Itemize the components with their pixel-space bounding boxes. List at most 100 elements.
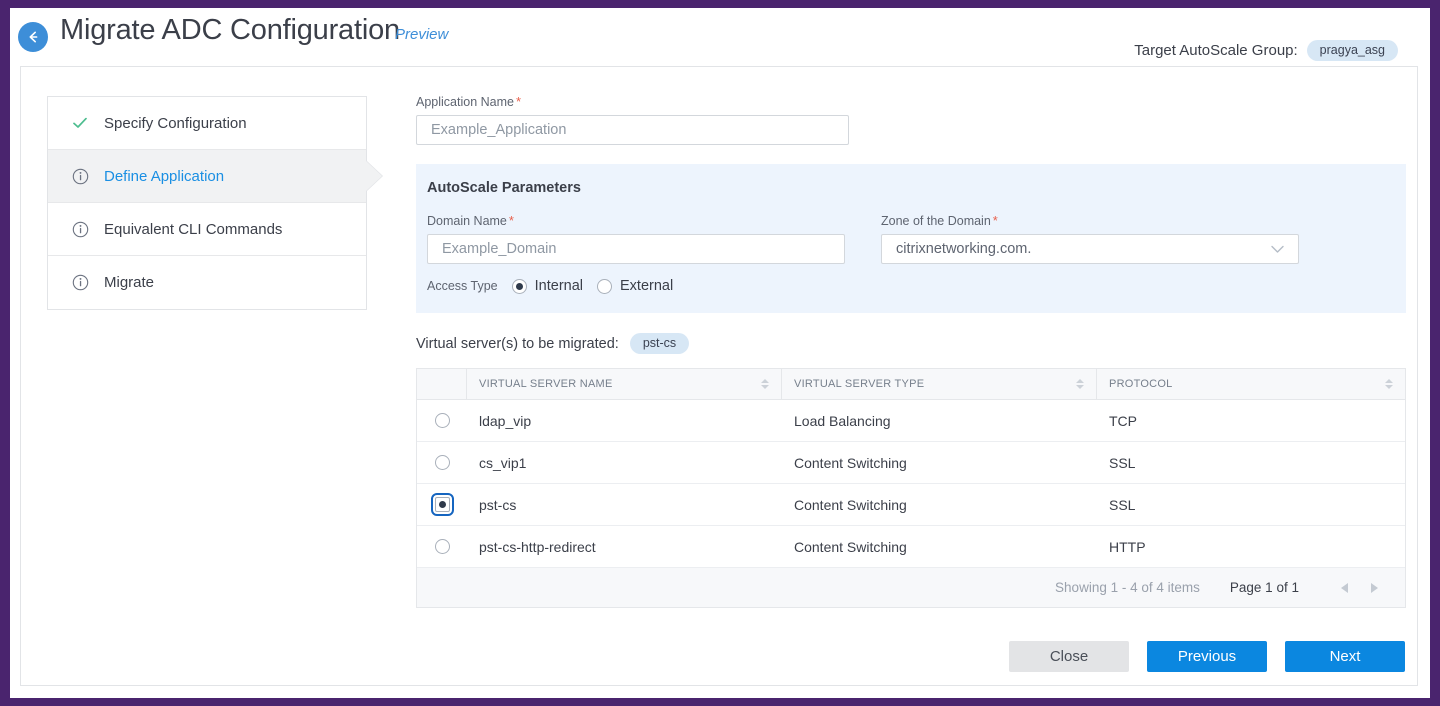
table-header-virtual-server-type[interactable]: VIRTUAL SERVER TYPE: [782, 369, 1097, 399]
cell-protocol: SSL: [1109, 454, 1136, 471]
page-of: of: [1276, 580, 1288, 595]
wizard-card: Specify Configuration Define Application: [20, 66, 1418, 686]
selected-virtual-server-chip: pst-cs: [629, 333, 690, 354]
access-type-external-label: External: [620, 278, 674, 294]
page-header: Migrate ADC Configuration Preview Target…: [10, 8, 1430, 66]
access-type-external-option[interactable]: External: [597, 278, 673, 294]
cell-virtual-server-type: Content Switching: [794, 496, 907, 513]
cell-protocol: HTTP: [1109, 538, 1146, 555]
row-radio[interactable]: [434, 413, 450, 428]
domain-name-group: Domain Name * Example_Domain: [427, 213, 845, 264]
sidebar-item-label: Define Application: [104, 167, 225, 185]
autoscale-panel-title: AutoScale Parameters: [427, 180, 581, 196]
access-type-row: Access Type Internal External: [427, 278, 1395, 294]
wizard-steps: Specify Configuration Define Application: [47, 96, 382, 310]
form-column: Application Name * Example_Application Au…: [416, 94, 1406, 608]
table-row[interactable]: cs_vip1 Content Switching SSL: [417, 442, 1405, 484]
row-radio-cell[interactable]: [417, 413, 467, 428]
application-name-group: Application Name * Example_Application: [416, 94, 849, 145]
application-name-input[interactable]: Example_Application: [416, 115, 849, 145]
access-type-internal-option[interactable]: Internal: [511, 278, 584, 294]
target-autoscale-group: Target AutoScale Group: pragya_asg: [1134, 40, 1398, 61]
cell-virtual-server-name: ldap_vip: [479, 412, 532, 429]
row-radio-cell[interactable]: [417, 455, 467, 470]
chevron-right-icon[interactable]: [1359, 575, 1389, 601]
column-label: PROTOCOL: [1109, 378, 1173, 390]
radio-external[interactable]: [597, 278, 613, 294]
row-radio-selected[interactable]: [430, 493, 454, 516]
sort-icon[interactable]: [1385, 379, 1393, 389]
sidebar-item-equivalent-cli-commands[interactable]: Equivalent CLI Commands: [48, 203, 366, 256]
zone-of-domain-label: Zone of the Domain *: [881, 213, 998, 228]
column-label: VIRTUAL SERVER NAME: [479, 378, 613, 390]
chevron-left-icon[interactable]: [1329, 575, 1359, 601]
cell-virtual-server-name: cs_vip1: [479, 454, 527, 471]
cell-virtual-server-name: pst-cs-http-redirect: [479, 538, 596, 555]
table-header-select: [417, 369, 467, 399]
zone-of-domain-value: citrixnetworking.com.: [896, 241, 1032, 257]
cell-virtual-server-type: Content Switching: [794, 538, 907, 555]
next-button[interactable]: Next: [1285, 641, 1405, 672]
wizard-actions: Close Previous Next: [1009, 641, 1405, 672]
target-group-chip: pragya_asg: [1306, 40, 1398, 61]
info-icon: [69, 272, 91, 294]
sort-icon[interactable]: [761, 379, 769, 389]
page-prefix: Page: [1229, 580, 1262, 595]
required-asterisk: *: [992, 213, 998, 228]
sort-icon[interactable]: [1076, 379, 1084, 389]
table-row[interactable]: pst-cs Content Switching SSL: [417, 484, 1405, 526]
cell-virtual-server-name: pst-cs: [479, 496, 517, 513]
showing-count: Showing 1 - 4 of 4 items: [1055, 580, 1200, 595]
sidebar-item-define-application[interactable]: Define Application: [48, 150, 382, 203]
domain-name-input[interactable]: Example_Domain: [427, 234, 845, 264]
row-radio-cell[interactable]: [417, 493, 467, 516]
close-button[interactable]: Close: [1009, 641, 1129, 672]
table-header-row: VIRTUAL SERVER NAME VIRTUAL SERVER TYPE …: [417, 369, 1405, 400]
sidebar-item-label: Specify Configuration: [104, 114, 247, 132]
virtual-servers-label: Virtual server(s) to be migrated:: [416, 335, 619, 352]
chevron-down-icon: [1271, 242, 1284, 257]
zone-of-domain-group: Zone of the Domain * citrixnetworking.com…: [881, 213, 1299, 264]
access-type-internal-label: Internal: [534, 278, 584, 294]
radio-internal[interactable]: [511, 278, 527, 294]
virtual-servers-summary: Virtual server(s) to be migrated: pst-cs: [416, 333, 1406, 354]
page-total: 1: [1291, 580, 1299, 595]
row-radio[interactable]: [434, 455, 450, 470]
row-radio[interactable]: [434, 539, 450, 554]
autoscale-field-row: Domain Name * Example_Domain Zone of the …: [427, 213, 1395, 264]
cell-protocol: TCP: [1109, 412, 1137, 429]
domain-name-label: Domain Name *: [427, 213, 514, 228]
target-group-label: Target AutoScale Group:: [1134, 42, 1298, 59]
sidebar-item-migrate[interactable]: Migrate: [48, 256, 366, 309]
previous-button[interactable]: Previous: [1147, 641, 1267, 672]
required-asterisk: *: [515, 94, 522, 109]
table-footer: Showing 1 - 4 of 4 items Page 1 of 1: [417, 568, 1405, 607]
access-type-label: Access Type: [427, 279, 498, 293]
field-gap: [857, 213, 869, 264]
page-current: 1: [1265, 580, 1273, 595]
table-header-protocol[interactable]: PROTOCOL: [1097, 369, 1405, 399]
page-indicator: Page 1 of 1: [1230, 580, 1299, 595]
info-icon: [69, 165, 91, 187]
table-row[interactable]: ldap_vip Load Balancing TCP: [417, 400, 1405, 442]
cell-virtual-server-type: Load Balancing: [794, 412, 891, 429]
active-step-pointer: [366, 161, 382, 191]
back-button[interactable]: [18, 22, 48, 52]
table-header-virtual-server-name[interactable]: VIRTUAL SERVER NAME: [467, 369, 782, 399]
row-radio-cell[interactable]: [417, 539, 467, 554]
page-title: Migrate ADC Configuration: [60, 14, 400, 46]
zone-of-domain-select[interactable]: citrixnetworking.com.: [881, 234, 1299, 264]
sidebar-item-specify-configuration[interactable]: Specify Configuration: [48, 97, 366, 150]
required-asterisk: *: [508, 213, 514, 228]
info-icon: [69, 218, 91, 240]
preview-badge: Preview: [395, 26, 449, 43]
cell-protocol: SSL: [1109, 496, 1136, 513]
sidebar-item-label: Migrate: [104, 274, 155, 291]
column-label: VIRTUAL SERVER TYPE: [794, 378, 925, 390]
sidebar-item-label: Equivalent CLI Commands: [104, 220, 283, 238]
check-icon: [69, 112, 91, 134]
virtual-servers-table: VIRTUAL SERVER NAME VIRTUAL SERVER TYPE …: [416, 368, 1406, 608]
app-viewport: Migrate ADC Configuration Preview Target…: [10, 8, 1430, 698]
table-row[interactable]: pst-cs-http-redirect Content Switching H…: [417, 526, 1405, 568]
application-name-label: Application Name *: [416, 94, 522, 109]
